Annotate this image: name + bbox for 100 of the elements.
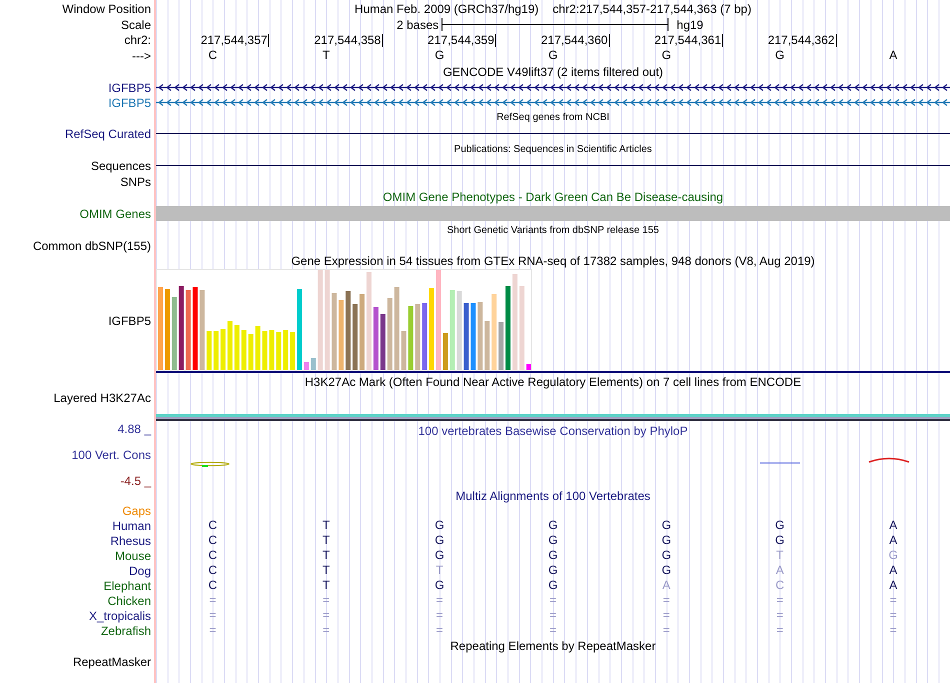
aligned-base: =	[436, 624, 444, 637]
aligned-base: T	[436, 564, 444, 577]
aligned-base: =	[776, 609, 784, 622]
aligned-base: =	[436, 609, 444, 622]
track-label[interactable]: SNPs	[120, 174, 151, 188]
aligned-base: =	[662, 624, 670, 637]
aligned-base: =	[662, 609, 670, 622]
ruler-coordinate: 217,544,359	[428, 34, 496, 46]
aligned-base: G	[662, 534, 672, 547]
aligned-base: =	[322, 624, 330, 637]
sequence-base: G	[434, 49, 444, 62]
track-label[interactable]: Scale	[120, 18, 151, 32]
track-label[interactable]: Human	[112, 518, 151, 532]
axis-min-label: -4.5 _	[120, 474, 151, 488]
aligned-base: G	[548, 549, 558, 562]
track-label[interactable]: Elephant	[104, 578, 151, 592]
track-label[interactable]: --->	[132, 48, 151, 62]
aligned-base: =	[549, 624, 556, 637]
scale-span-label: 2 bases	[396, 16, 439, 34]
aligned-base: =	[890, 624, 897, 637]
aligned-base: C	[208, 564, 218, 577]
aligned-base: T	[322, 579, 330, 592]
track-label[interactable]: RefSeq Curated	[64, 126, 151, 140]
aligned-base: =	[322, 594, 330, 607]
track-title: Multiz Alignments of 100 Vertebrates	[456, 488, 650, 505]
aligned-base: G	[662, 519, 672, 532]
sequence-base: T	[322, 49, 330, 62]
aligned-base: G	[775, 519, 785, 532]
track-label[interactable]: 100 Vert. Cons	[72, 448, 151, 462]
aligned-base: =	[322, 609, 330, 622]
aligned-base: A	[662, 579, 670, 592]
gene-strand-drawing[interactable]	[156, 84, 950, 92]
aligned-base: C	[776, 579, 784, 592]
aligned-base: G	[662, 564, 672, 577]
track-label[interactable]: IGFBP5	[108, 80, 151, 94]
aligned-base: =	[662, 594, 670, 607]
conservation-signal	[868, 458, 910, 463]
sequence-base: C	[208, 49, 218, 62]
track-title: OMIM Gene Phenotypes - Dark Green Can Be Disease-causing	[382, 189, 724, 206]
aligned-base: T	[322, 564, 330, 577]
aligned-base: =	[209, 594, 216, 607]
track-label[interactable]: Rhesus	[110, 534, 151, 548]
assembly-name: Human Feb. 2009 (GRCh37/hg19)	[354, 0, 539, 18]
aligned-base: A	[776, 564, 784, 577]
position-range: chr2:217,544,357-217,544,363 (7 bp)	[552, 0, 752, 18]
sequence-base: G	[662, 49, 672, 62]
sequence-base: G	[548, 49, 558, 62]
aligned-base: =	[209, 624, 216, 637]
track-label[interactable]: Mouse	[114, 548, 151, 562]
track-label[interactable]: Layered H3K27Ac	[54, 391, 151, 405]
track-title: Repeating Elements by RepeatMasker	[450, 638, 656, 655]
aligned-base: T	[322, 549, 330, 562]
track-label[interactable]: IGFBP5	[108, 96, 151, 110]
aligned-base: G	[548, 579, 558, 592]
aligned-base: T	[322, 534, 330, 547]
track-label[interactable]: Chicken	[108, 594, 151, 608]
track-label[interactable]: Window Position	[62, 2, 151, 16]
track-label[interactable]: chr2:	[124, 33, 151, 47]
aligned-base: T	[776, 549, 784, 562]
aligned-base: A	[889, 579, 898, 592]
track-title: H3K27Ac Mark (Often Found Near Active Regulatory Elements) on 7 cell lines from ENCODE	[304, 374, 802, 391]
track-title: Short Genetic Variants from dbSNP release 155	[447, 224, 659, 238]
aligned-base: G	[434, 519, 444, 532]
track-label[interactable]: X_tropicalis	[88, 608, 151, 622]
aligned-base: C	[208, 579, 218, 592]
track-label[interactable]: Sequences	[90, 158, 151, 172]
aligned-base: C	[208, 549, 218, 562]
aligned-base: =	[890, 609, 897, 622]
track-title: Gene Expression in 54 tissues from GTEx RNA-seq of 17382 samples, 948 donors (V8, Aug 2019)	[291, 253, 815, 270]
aligned-base: G	[434, 549, 444, 562]
track-label[interactable]: IGFBP5	[108, 314, 151, 328]
aligned-base: G	[662, 549, 672, 562]
track-title: GENCODE V49lift37 (2 items filtered out)	[442, 64, 664, 80]
aligned-base: C	[208, 519, 218, 532]
sequence-base: A	[889, 49, 898, 62]
aligned-base: A	[889, 534, 898, 547]
track-label[interactable]: Common dbSNP(155)	[32, 238, 151, 252]
ruler-coordinate: 217,544,360	[540, 34, 610, 46]
ruler-coordinate: 217,544,357	[200, 34, 270, 46]
aligned-base: =	[436, 594, 444, 607]
track-label[interactable]: RepeatMasker	[72, 654, 151, 668]
ruler-coordinate: 217,544,361	[654, 34, 724, 46]
aligned-base: G	[548, 534, 558, 547]
aligned-base: A	[889, 564, 898, 577]
aligned-base: G	[434, 534, 444, 547]
scale-assembly: hg19	[676, 16, 704, 34]
aligned-base: G	[548, 564, 558, 577]
aligned-base: =	[890, 594, 897, 607]
aligned-base: T	[322, 519, 330, 532]
ruler-coordinate: 217,544,358	[314, 34, 383, 46]
aligned-base: G	[548, 519, 558, 532]
track-label[interactable]: OMIM Genes	[80, 206, 151, 220]
aligned-base: =	[776, 594, 784, 607]
sequence-base: G	[775, 49, 785, 62]
expression-bars-drawing[interactable]	[158, 269, 532, 370]
axis-max-label: 4.88 _	[118, 422, 151, 436]
aligned-base: C	[208, 534, 218, 547]
track-label[interactable]: Zebrafish	[100, 624, 151, 638]
aligned-base: A	[889, 519, 898, 532]
track-label[interactable]: Dog	[128, 564, 151, 578]
